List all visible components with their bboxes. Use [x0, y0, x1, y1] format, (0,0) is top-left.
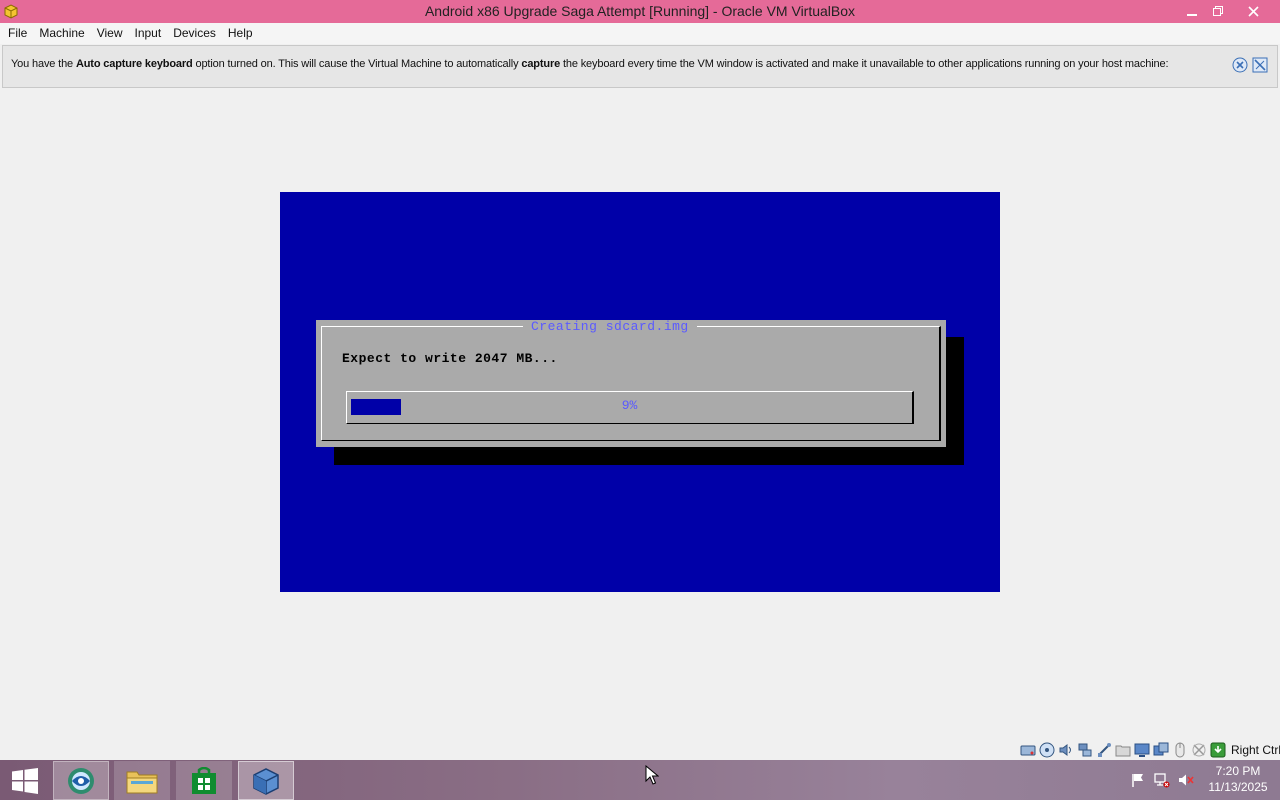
- dialog-message: Expect to write 2047 MB...: [342, 351, 558, 366]
- store-icon: [192, 766, 216, 794]
- notice-bold-1: Auto capture keyboard: [75, 58, 193, 70]
- action-center-flag-icon[interactable]: [1130, 772, 1146, 788]
- menu-devices[interactable]: Devices: [167, 23, 222, 44]
- usb-icon[interactable]: [1096, 742, 1112, 758]
- menu-machine[interactable]: Machine: [33, 23, 90, 44]
- close-button[interactable]: [1238, 0, 1268, 22]
- restore-icon: [1213, 6, 1223, 16]
- tray-clock[interactable]: 7:20 PM 11/13/2025: [1200, 763, 1276, 795]
- menu-bar: File Machine View Input Devices Help: [0, 23, 1280, 44]
- menu-file[interactable]: File: [2, 23, 33, 44]
- optical-drive-icon[interactable]: [1039, 742, 1055, 758]
- mouse-integration-icon[interactable]: [1172, 742, 1188, 758]
- window-title: Android x86 Upgrade Saga Attempt [Runnin…: [424, 3, 856, 19]
- network-tray-icon[interactable]: [1154, 772, 1170, 788]
- tray-time: 7:20 PM: [1215, 764, 1261, 778]
- auto-capture-notice: You have the Auto capture keyboard optio…: [2, 45, 1278, 88]
- close-icon: [1247, 5, 1259, 17]
- virtualbox-icon: [253, 767, 279, 795]
- title-bar[interactable]: Android x86 Upgrade Saga Attempt [Runnin…: [0, 0, 1280, 23]
- minimize-icon: [1187, 14, 1197, 16]
- mouse-cursor-icon: [645, 765, 659, 785]
- taskbar-file-explorer[interactable]: [114, 761, 170, 800]
- volume-muted-icon[interactable]: [1178, 772, 1194, 788]
- notice-bold-2: capture: [521, 58, 561, 70]
- host-key-icon: [1210, 742, 1226, 758]
- file-explorer-icon: [126, 771, 158, 793]
- audio-icon[interactable]: [1058, 742, 1074, 758]
- shared-folders-icon[interactable]: [1115, 742, 1131, 758]
- vm-status-bar: Right Ctrl: [1020, 740, 1280, 760]
- hard-disk-icon[interactable]: [1020, 742, 1036, 758]
- menu-help[interactable]: Help: [222, 23, 259, 44]
- notice-text-3: the keyboard every time the VM window is…: [560, 58, 1169, 70]
- progress-gauge: 9%: [346, 391, 914, 424]
- display-icon[interactable]: [1134, 742, 1150, 758]
- menu-view[interactable]: View: [91, 23, 129, 44]
- restore-button[interactable]: [1203, 0, 1233, 22]
- dialog-title: Creating sdcard.img: [523, 320, 697, 334]
- windows-taskbar: [0, 760, 1280, 800]
- progress-dialog: Creating sdcard.img Expect to write 2047…: [316, 320, 946, 447]
- notice-text-1: You have the: [11, 58, 76, 70]
- notice-message: You have the Auto capture keyboard optio…: [11, 58, 1169, 70]
- notice-never-show-icon[interactable]: [1252, 57, 1268, 73]
- start-icon: [12, 767, 38, 794]
- notice-close-icon[interactable]: [1232, 57, 1248, 73]
- taskbar-store[interactable]: [176, 761, 232, 800]
- keyboard-capture-icon[interactable]: [1191, 742, 1207, 758]
- vm-display[interactable]: Creating sdcard.img Expect to write 2047…: [280, 192, 1000, 592]
- menu-input[interactable]: Input: [129, 23, 168, 44]
- taskbar-browser[interactable]: [53, 761, 109, 800]
- taskbar-virtualbox[interactable]: [238, 761, 294, 800]
- progress-percent: 9%: [621, 398, 638, 413]
- video-capture-icon[interactable]: [1153, 742, 1169, 758]
- browser-icon: [68, 767, 94, 794]
- tray-date: 11/13/2025: [1208, 780, 1268, 794]
- start-button[interactable]: [0, 761, 50, 800]
- network-icon[interactable]: [1077, 742, 1093, 758]
- host-key-label: Right Ctrl: [1231, 743, 1280, 757]
- notice-text-2: option turned on. This will cause the Vi…: [192, 58, 522, 70]
